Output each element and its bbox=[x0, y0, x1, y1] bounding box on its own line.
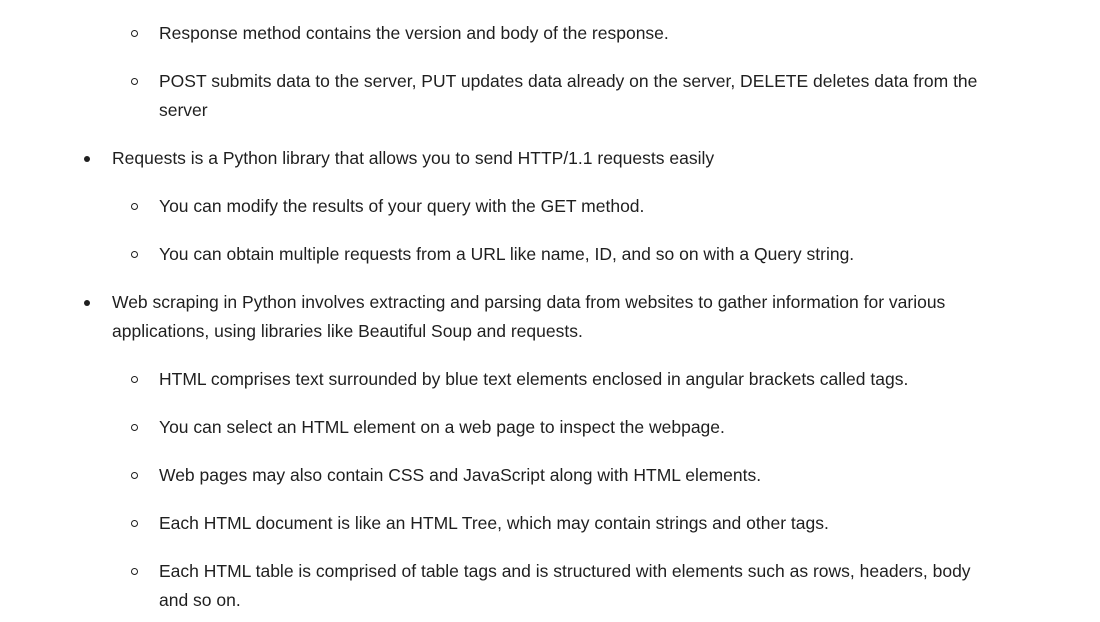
bullet-circle bbox=[131, 67, 138, 96]
bullet-disc bbox=[84, 288, 90, 317]
bullet-circle bbox=[131, 557, 138, 586]
list-item-text: POST submits data to the server, PUT upd… bbox=[159, 71, 978, 120]
list-item: Web scraping in Python involves extracti… bbox=[84, 288, 992, 346]
list-item-text: Response method contains the version and… bbox=[159, 23, 669, 43]
bullet-circle bbox=[131, 509, 138, 538]
bullet-circle bbox=[131, 365, 138, 394]
list-item: Response method contains the version and… bbox=[131, 19, 989, 48]
list-item-text: Web pages may also contain CSS and JavaS… bbox=[159, 465, 762, 485]
list-item-text: Each HTML document is like an HTML Tree,… bbox=[159, 513, 829, 533]
bullet-circle bbox=[131, 240, 138, 269]
list-item: Web pages may also contain CSS and JavaS… bbox=[131, 461, 989, 490]
list-item-text: You can obtain multiple requests from a … bbox=[159, 244, 855, 264]
list-item: You can select an HTML element on a web … bbox=[131, 413, 989, 442]
bullet-circle bbox=[131, 19, 138, 48]
bullet-circle bbox=[131, 413, 138, 442]
document-content: Response method contains the version and… bbox=[0, 0, 1100, 622]
list-item: Each HTML table is comprised of table ta… bbox=[131, 557, 989, 615]
list-item-text: You can select an HTML element on a web … bbox=[159, 417, 725, 437]
bullet-disc bbox=[84, 144, 90, 173]
list-item: You can obtain multiple requests from a … bbox=[131, 240, 989, 269]
list-item-text: Each HTML table is comprised of table ta… bbox=[159, 561, 971, 610]
list-item: Each HTML document is like an HTML Tree,… bbox=[131, 509, 989, 538]
bullet-circle bbox=[131, 461, 138, 490]
list-item-text: You can modify the results of your query… bbox=[159, 196, 645, 216]
list-item: HTML comprises text surrounded by blue t… bbox=[131, 365, 989, 394]
list-item: Requests is a Python library that allows… bbox=[84, 144, 992, 173]
list-item-text: HTML comprises text surrounded by blue t… bbox=[159, 369, 909, 389]
list-item: POST submits data to the server, PUT upd… bbox=[131, 67, 989, 125]
list-item-text: Web scraping in Python involves extracti… bbox=[112, 292, 946, 341]
bullet-circle bbox=[131, 192, 138, 221]
list-item: You can modify the results of your query… bbox=[131, 192, 989, 221]
list-item-text: Requests is a Python library that allows… bbox=[112, 148, 715, 168]
